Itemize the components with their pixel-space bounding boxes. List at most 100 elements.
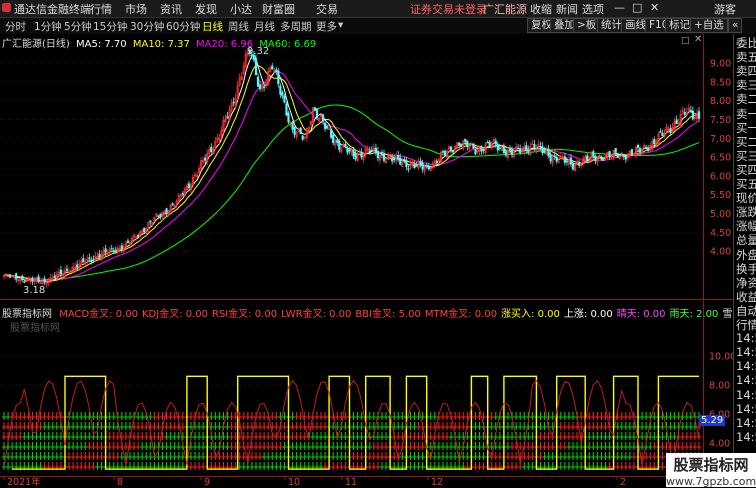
candle-body [547,149,550,157]
candle-body [460,143,463,146]
quote-field: 14:5 [736,429,756,444]
candle-body [553,155,556,158]
period-weekly[interactable]: 周线 [228,19,249,34]
candle-body [669,128,672,133]
candle-body [92,259,95,261]
candle-body [82,258,85,263]
window-btn-news[interactable]: 新闻 [556,1,578,17]
period-monthly[interactable]: 月线 [254,19,275,34]
candle-body [120,245,123,251]
period-1min[interactable]: 1分钟 [34,19,62,34]
ma10-label: MA10: 7.37 [132,39,190,50]
indicator-item: 雨天: 2.00 [669,309,719,320]
quote-field: 14:5 [736,401,756,416]
menu-faxian[interactable]: 发现 [195,1,217,17]
candle-body [37,276,40,283]
date-tick-label: 11 [345,477,357,487]
btn-add-watchlist[interactable]: +自选 [690,18,728,33]
candle-body [287,112,290,123]
candle-body [452,150,455,153]
app-logo-icon [2,3,11,12]
menu-zixun[interactable]: 资讯 [160,1,182,17]
minimize-icon[interactable]: — [614,1,625,14]
candle-body [165,208,168,214]
period-fenshi[interactable]: 分时 [5,19,26,34]
candle-body [181,192,184,196]
candle-body [675,119,678,125]
candle-body [527,149,530,153]
chart-close-icon[interactable]: ✕ [694,34,702,45]
candle-body [555,157,558,162]
menu-shichang[interactable]: 市场 [125,1,147,17]
indicator-marker: 5.29 [699,415,726,426]
close-icon[interactable]: ✕ [650,1,659,14]
candle-body [539,145,542,148]
candle-body [104,248,107,253]
window-btn-shrink[interactable]: 收缩 [530,1,552,17]
candle-body [594,155,597,162]
candle-body [281,92,284,97]
period-toolbar: 分时 1分钟 5分钟 15分钟 30分钟 60分钟 日线 周线 月线 多周期 更… [0,18,756,35]
period-60min[interactable]: 60分钟 [166,19,200,34]
candle-body [466,140,469,148]
maximize-icon[interactable]: □ [632,1,642,14]
period-30min[interactable]: 30分钟 [130,19,164,34]
candle-body [126,240,130,243]
chevron-down-icon[interactable]: ▾ [338,19,343,31]
candle-body [496,144,499,151]
indicator-item: MACD金叉: 0.00 [59,309,138,320]
price-tick-label: 8.50 [710,77,731,88]
guest-user[interactable]: 游客 [714,1,736,17]
period-more[interactable]: 更多 [316,19,337,34]
period-15min[interactable]: 15分钟 [93,19,127,34]
menu-xiaoda[interactable]: 小达 [230,1,252,17]
right-quote-panel[interactable]: 委比 卖五 卖四 卖三 卖二 卖一 买一 买二 买三 买四 买五 现价 涨跌 涨幅 总量 外盘 换手 净资 收益 自动… [733,34,756,474]
candle-body [149,220,152,223]
candle-body [254,58,258,75]
candle-body [354,153,357,160]
period-5min[interactable]: 5分钟 [64,19,92,34]
menu-hangqing[interactable]: 行情 [90,1,112,17]
candle-body [263,86,266,88]
candle-body [374,147,377,154]
period-multi[interactable]: 多周期 [280,19,312,34]
candle-body [275,69,278,73]
candle-body [616,152,619,158]
watermark-url: www.7gpzb.com [666,475,756,488]
indicator-item: 上涨: 0.00 [563,309,613,320]
period-daily[interactable]: 日线 [202,19,223,34]
kline-chart[interactable]: 9.00 8.50 8.00 7.50 7.00 6.50 6.00 5.50 5.00 4.50… [0,34,733,487]
menu-caifuquan[interactable]: 财富圈 [262,1,295,17]
indicator-sublabel: 股票指标网 [10,323,60,334]
candle-body [517,147,520,150]
login-notice[interactable]: 证券交易未登录 [410,1,487,17]
window-btn-options[interactable]: 选项 [582,1,604,17]
candle-body [336,139,339,143]
indicator-item: KDJ金叉: 0.00 [141,309,209,320]
candle-body [510,149,514,156]
chevron-left-icon[interactable]: « [728,18,743,33]
candle-body [315,108,319,119]
candle-body [31,278,34,282]
candle-body [90,260,93,263]
menu-jiaoyi[interactable]: 交易 [316,1,338,17]
candle-body [689,109,692,113]
price-tick-label: 6.50 [710,153,731,164]
candle-body [563,156,566,163]
candle-body [407,168,410,170]
date-tick-label: 8 [117,477,123,487]
quote-field: 14:5 [736,331,756,346]
candle-body [299,127,302,135]
price-tick-label: 8.00 [710,96,731,107]
candle-body [413,164,416,168]
indicator-item: MTM金叉: 0.00 [424,309,498,320]
candle-body [630,149,634,156]
indicator-tick-label: 4.00 [709,439,730,450]
candle-body [8,274,12,278]
candle-body [137,234,140,237]
chart-settings-icon[interactable]: □ [681,36,690,46]
candle-body [419,160,422,165]
candle-body [330,129,333,138]
candle-body [443,150,447,156]
date-tick-label: 12 [431,477,443,487]
